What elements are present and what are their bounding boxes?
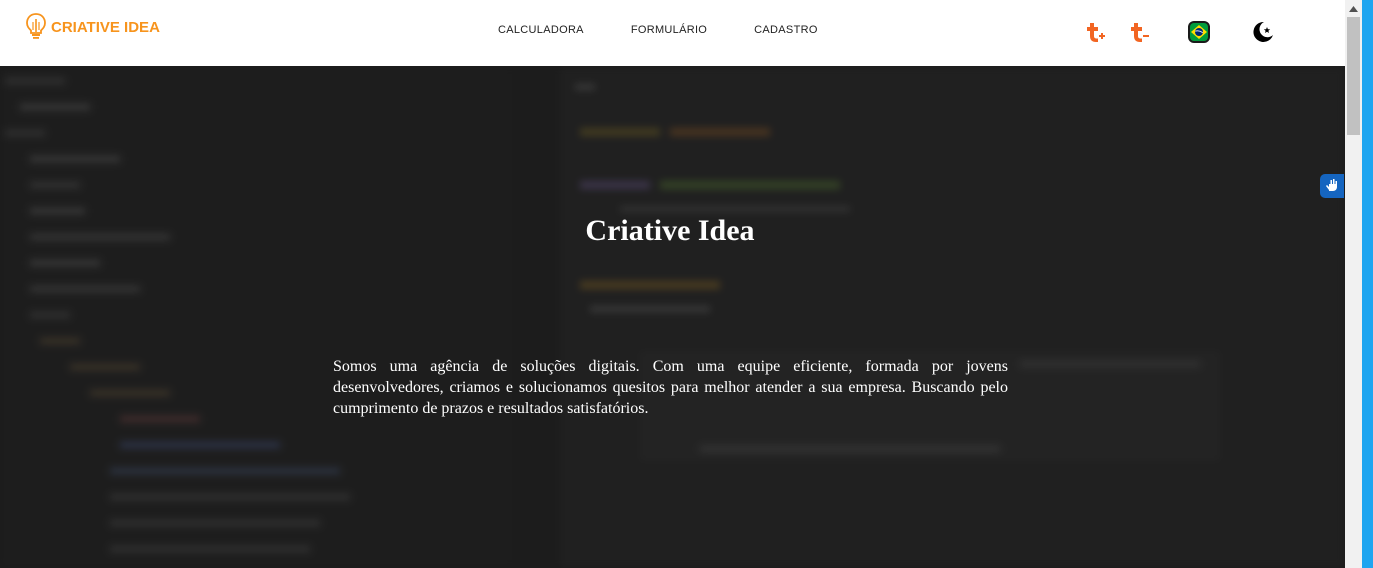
hand-sign-language-icon	[1325, 177, 1339, 196]
nav-link-cadastro[interactable]: CADASTRO	[754, 24, 818, 36]
hero-section: Criative Idea Somos uma agência de soluç…	[0, 66, 1345, 568]
scroll-up-arrow-icon[interactable]	[1345, 0, 1362, 17]
nav-link-calculadora[interactable]: CALCULADORA	[498, 24, 584, 36]
logo-text: CRIATIVE IDEA	[51, 19, 160, 36]
logo[interactable]: CRIATIVE IDEA	[25, 13, 160, 43]
window-edge-strip	[1362, 0, 1373, 568]
scrollbar-thumb[interactable]	[1347, 17, 1360, 135]
brazil-flag-icon[interactable]	[1187, 20, 1211, 44]
lightbulb-icon	[25, 13, 47, 43]
nav-link-formulario[interactable]: FORMULÁRIO	[631, 24, 707, 36]
dark-mode-moon-icon[interactable]	[1251, 20, 1275, 44]
main-nav: CALCULADORA FORMULÁRIO CADASTRO	[498, 24, 818, 36]
hero-overlay	[0, 66, 1345, 568]
site-header: CRIATIVE IDEA CALCULADORA FORMULÁRIO CAD…	[0, 0, 1345, 66]
vertical-scrollbar[interactable]	[1345, 0, 1362, 568]
font-size-decrease-icon[interactable]	[1128, 20, 1152, 44]
hero-title: Criative Idea	[585, 214, 755, 247]
accessibility-widget-button[interactable]	[1320, 174, 1344, 198]
hero-description: Somos uma agência de soluções digitais. …	[333, 358, 1008, 417]
font-size-increase-icon[interactable]	[1084, 20, 1108, 44]
